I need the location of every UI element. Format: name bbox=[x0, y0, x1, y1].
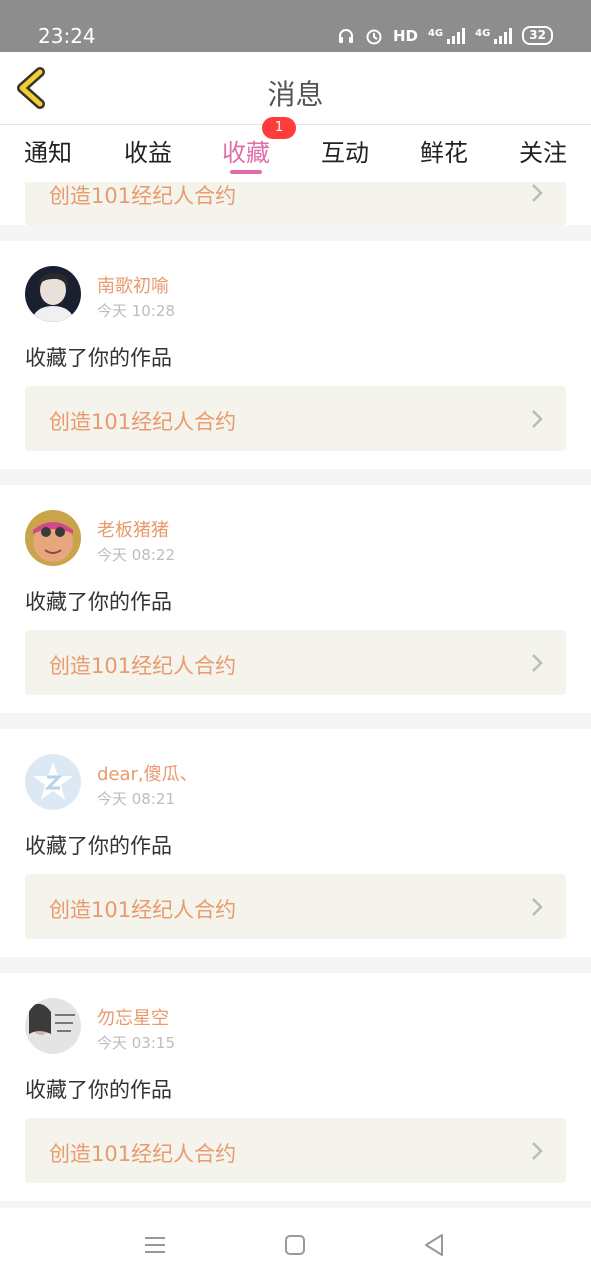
timestamp: 今天 08:22 bbox=[97, 546, 175, 564]
back-triangle-icon bbox=[425, 1234, 443, 1256]
chevron-right-icon bbox=[532, 410, 543, 428]
home-square-icon bbox=[285, 1235, 305, 1255]
work-title: 创造101经纪人合约 bbox=[49, 1142, 237, 1166]
work-link[interactable]: 创造101经纪人合约 bbox=[25, 630, 566, 695]
timestamp: 今天 10:28 bbox=[97, 302, 175, 320]
username[interactable]: 勿忘星空 bbox=[97, 1004, 169, 1030]
status-time: 23:24 bbox=[38, 24, 96, 48]
header: 消息 bbox=[0, 52, 591, 125]
work-title: 创造101经纪人合约 bbox=[49, 898, 237, 922]
chevron-right-icon bbox=[532, 1142, 543, 1160]
tab-following[interactable]: 关注 bbox=[519, 133, 567, 168]
menu-icon bbox=[145, 1237, 165, 1253]
home-button[interactable] bbox=[280, 1230, 310, 1260]
menu-button[interactable] bbox=[140, 1230, 170, 1260]
work-link[interactable]: 创造101经纪人合约 bbox=[25, 1118, 566, 1183]
work-title: 创造101经纪人合约 bbox=[49, 410, 237, 434]
signal-label: 4G bbox=[427, 27, 444, 39]
signal-label: 4G bbox=[475, 27, 491, 39]
system-nav-bar bbox=[0, 1208, 591, 1280]
notification-badge: 1 bbox=[262, 117, 296, 139]
work-link[interactable]: 创造101经纪人合约 bbox=[25, 182, 566, 225]
work-title: 创造101经纪人合约 bbox=[49, 654, 237, 678]
signal-icon: 4G bbox=[475, 27, 513, 44]
tab-earnings[interactable]: 收益 bbox=[124, 133, 172, 168]
tab-flowers[interactable]: 鲜花 bbox=[420, 133, 468, 168]
list-item: 老板猪猪 今天 08:22 收藏了你的作品 创造101经纪人合约 bbox=[0, 485, 591, 713]
username[interactable]: 老板猪猪 bbox=[97, 516, 169, 542]
work-title: 创造101经纪人合约 bbox=[49, 184, 237, 208]
chevron-right-icon bbox=[532, 184, 543, 202]
chevron-right-icon bbox=[532, 654, 543, 672]
timestamp: 今天 03:15 bbox=[97, 1034, 175, 1052]
username[interactable]: 南歌初喻 bbox=[97, 272, 169, 298]
message-feed[interactable]: 创造101经纪人合约 南歌初喻 今天 10:28 收藏了你的作品 创造101经纪… bbox=[0, 182, 591, 1208]
headphones-icon bbox=[337, 27, 355, 45]
action-text: 收藏了你的作品 bbox=[25, 834, 172, 858]
battery-icon: 32 bbox=[522, 26, 553, 45]
work-link[interactable]: 创造101经纪人合约 bbox=[25, 386, 566, 451]
tab-favorites[interactable]: 收藏 bbox=[222, 133, 270, 168]
list-item: dear,傻瓜、 今天 08:21 收藏了你的作品 创造101经纪人合约 bbox=[0, 729, 591, 957]
signal-icon: 4G bbox=[427, 27, 466, 44]
alarm-icon bbox=[365, 27, 383, 45]
tab-notifications[interactable]: 通知 bbox=[24, 133, 72, 168]
username[interactable]: dear,傻瓜、 bbox=[97, 760, 198, 786]
tab-favorites-label: 收藏 bbox=[222, 139, 270, 167]
status-icons: HD 4G 4G 32 bbox=[337, 26, 553, 45]
action-text: 收藏了你的作品 bbox=[25, 1078, 172, 1102]
list-item: 勿忘星空 今天 03:15 收藏了你的作品 创造101经纪人合约 bbox=[0, 973, 591, 1201]
chevron-right-icon bbox=[532, 898, 543, 916]
tab-bar: 通知 收益 收藏 1 互动 鲜花 关注 bbox=[0, 117, 591, 182]
action-text: 收藏了你的作品 bbox=[25, 590, 172, 614]
page-title: 消息 bbox=[267, 78, 324, 111]
hd-icon: HD bbox=[392, 26, 418, 45]
back-nav-button[interactable] bbox=[420, 1230, 450, 1260]
list-item: 南歌初喻 今天 10:28 收藏了你的作品 创造101经纪人合约 bbox=[0, 241, 591, 469]
active-tab-indicator bbox=[230, 170, 262, 174]
avatar[interactable] bbox=[25, 510, 81, 566]
list-item: 创造101经纪人合约 bbox=[0, 182, 591, 225]
avatar[interactable] bbox=[25, 266, 81, 322]
timestamp: 今天 08:21 bbox=[97, 790, 175, 808]
status-bar: 23:24 HD 4G 4G 32 bbox=[0, 0, 591, 52]
tab-interactions[interactable]: 互动 bbox=[321, 133, 369, 168]
default-avatar-icon[interactable] bbox=[25, 754, 81, 810]
avatar[interactable] bbox=[25, 998, 81, 1054]
action-text: 收藏了你的作品 bbox=[25, 346, 172, 370]
work-link[interactable]: 创造101经纪人合约 bbox=[25, 874, 566, 939]
